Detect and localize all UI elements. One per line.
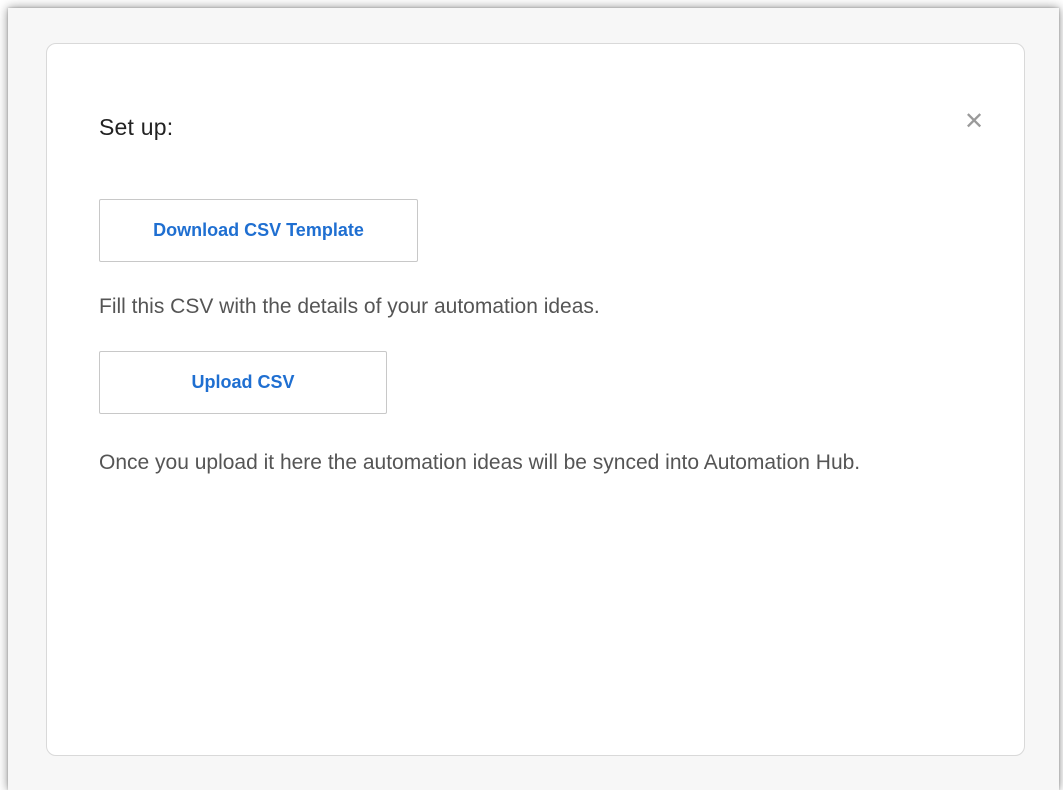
setup-dialog: Set up: ✕ Download CSV Template Fill thi… [46, 43, 1025, 756]
close-icon[interactable]: ✕ [960, 108, 988, 136]
upload-csv-button[interactable]: Upload CSV [99, 351, 387, 414]
dialog-title: Set up: [99, 114, 174, 140]
fill-instruction-text: Fill this CSV with the details of your a… [99, 295, 600, 318]
sync-note-text: Once you upload it here the automation i… [99, 451, 861, 474]
download-csv-template-button[interactable]: Download CSV Template [99, 199, 418, 262]
